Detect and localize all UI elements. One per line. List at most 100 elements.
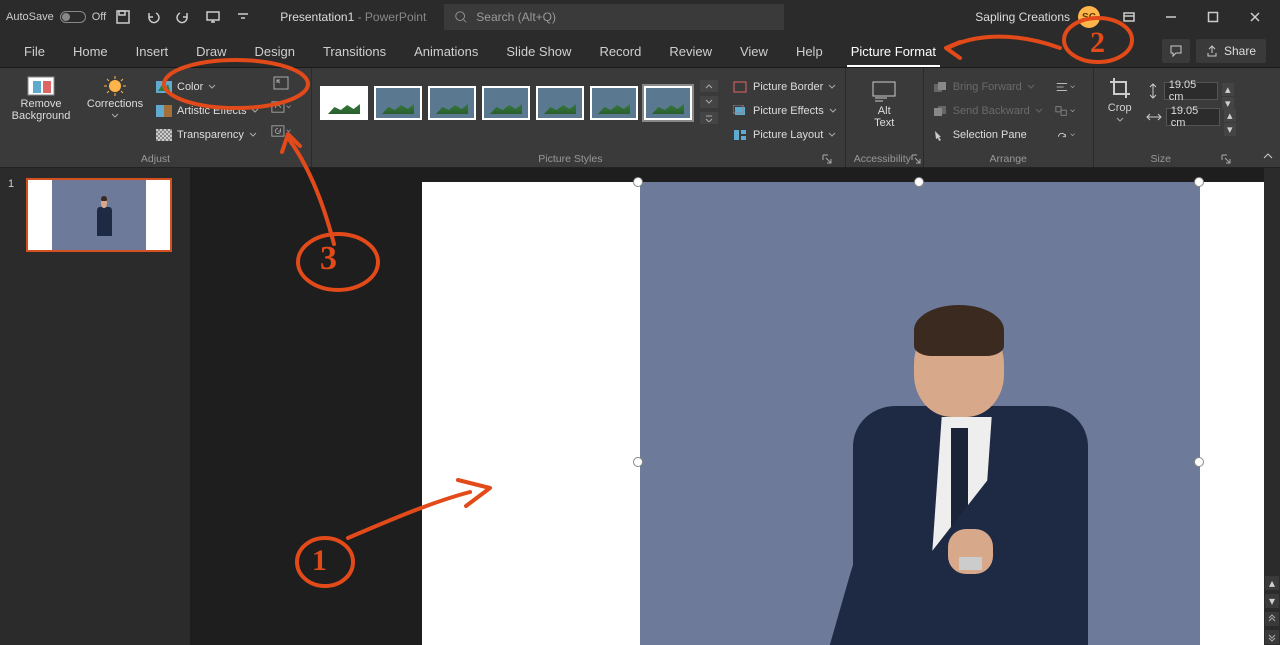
compress-picture-button[interactable] <box>271 74 291 92</box>
account-button[interactable]: Sapling Creations SC <box>975 6 1100 28</box>
alt-text-button[interactable]: Alt Text <box>860 74 908 129</box>
change-picture-button[interactable] <box>271 98 291 116</box>
chevron-down-icon <box>828 131 836 139</box>
picture-effects-button[interactable]: Picture Effects <box>732 102 837 120</box>
gallery-scroll[interactable] <box>700 80 718 124</box>
corrections-icon <box>101 76 129 96</box>
scroll-down-icon[interactable]: ▾ <box>1265 594 1279 608</box>
group-button[interactable] <box>1055 102 1075 120</box>
tab-animations[interactable]: Animations <box>400 36 492 67</box>
present-icon[interactable] <box>200 4 226 30</box>
border-icon <box>732 80 748 94</box>
group-picture-styles: Picture Border Picture Effects Picture L… <box>312 68 846 167</box>
search-input[interactable]: Search (Alt+Q) <box>444 4 784 30</box>
qat-more-icon[interactable] <box>230 4 256 30</box>
tab-design[interactable]: Design <box>241 36 309 67</box>
width-spinner[interactable]: ▴▾ <box>1224 108 1236 126</box>
collapse-ribbon-button[interactable] <box>1260 149 1276 165</box>
styles-gallery[interactable] <box>320 74 718 124</box>
tab-home[interactable]: Home <box>59 36 122 67</box>
group-label-adjust: Adjust <box>8 151 303 165</box>
transparency-icon <box>156 128 172 142</box>
align-button[interactable] <box>1055 78 1075 96</box>
style-thumb[interactable] <box>320 86 368 120</box>
share-button[interactable]: Share <box>1196 39 1266 63</box>
style-thumb[interactable] <box>536 86 584 120</box>
picture-border-button[interactable]: Picture Border <box>732 78 837 96</box>
comments-button[interactable] <box>1162 39 1190 63</box>
resize-handle[interactable] <box>1194 177 1204 187</box>
remove-background-button[interactable]: Remove Background <box>8 74 74 122</box>
style-thumb[interactable] <box>482 86 530 120</box>
chevron-down-icon <box>1116 116 1124 124</box>
send-backward-button[interactable]: Send Backward <box>932 102 1043 120</box>
ribbon-display-icon[interactable] <box>1110 0 1148 34</box>
style-thumb[interactable] <box>428 86 476 120</box>
color-button[interactable]: Color <box>156 78 259 96</box>
slide-thumbnail-1[interactable]: 1 <box>8 178 182 252</box>
rotate-button[interactable] <box>1055 126 1075 144</box>
chevron-down-icon <box>1027 83 1035 91</box>
slide-thumb[interactable] <box>26 178 172 252</box>
tab-transitions[interactable]: Transitions <box>309 36 400 67</box>
selection-pane-button[interactable]: Selection Pane <box>932 126 1043 144</box>
width-value[interactable]: 19.05 cm <box>1166 108 1220 126</box>
height-spinner[interactable]: ▴▾ <box>1222 82 1234 100</box>
crop-label: Crop <box>1108 102 1132 114</box>
chevron-down-icon[interactable] <box>700 96 718 108</box>
vertical-scrollbar[interactable]: ▴ ▾ <box>1264 168 1280 645</box>
corrections-button[interactable]: Corrections <box>82 74 148 120</box>
gallery-more-icon[interactable] <box>700 112 718 124</box>
style-thumb[interactable] <box>590 86 638 120</box>
tab-file[interactable]: File <box>10 36 59 67</box>
resize-handle[interactable] <box>914 177 924 187</box>
tab-help[interactable]: Help <box>782 36 837 67</box>
save-icon[interactable] <box>110 4 136 30</box>
tab-review[interactable]: Review <box>655 36 726 67</box>
slide-panel[interactable]: 1 <box>0 168 190 645</box>
redo-icon[interactable] <box>170 4 196 30</box>
width-field[interactable]: 19.05 cm ▴▾ <box>1146 106 1236 128</box>
style-thumb[interactable] <box>374 86 422 120</box>
tab-slide-show[interactable]: Slide Show <box>492 36 585 67</box>
tab-view[interactable]: View <box>726 36 782 67</box>
color-label: Color <box>177 81 203 93</box>
height-value[interactable]: 19.05 cm <box>1164 82 1218 100</box>
group-accessibility: Alt Text Accessibility <box>846 68 924 167</box>
prev-slide-icon[interactable] <box>1265 612 1279 626</box>
tab-draw[interactable]: Draw <box>182 36 240 67</box>
layout-label: Picture Layout <box>753 129 823 141</box>
next-slide-icon[interactable] <box>1265 630 1279 644</box>
chevron-down-icon <box>208 83 216 91</box>
resize-handle[interactable] <box>633 457 643 467</box>
chevron-up-icon[interactable] <box>700 80 718 92</box>
slide-canvas[interactable]: ▴ ▾ <box>190 168 1280 645</box>
toggle-off-icon <box>60 11 86 23</box>
resize-handle[interactable] <box>1194 457 1204 467</box>
bring-forward-button[interactable]: Bring Forward <box>932 78 1043 96</box>
dialog-launcher-icon[interactable] <box>911 153 921 165</box>
autosave-state: Off <box>92 11 106 23</box>
title-bar: AutoSave Off Presentation1 - PowerPoint … <box>0 0 1280 34</box>
reset-picture-button[interactable] <box>271 122 291 140</box>
close-button[interactable] <box>1236 0 1274 34</box>
undo-icon[interactable] <box>140 4 166 30</box>
chevron-down-icon <box>1035 107 1043 115</box>
ribbon: Remove Background Corrections Color Arti… <box>0 68 1280 168</box>
style-thumb[interactable] <box>644 86 692 120</box>
picture-layout-button[interactable]: Picture Layout <box>732 126 837 144</box>
autosave-toggle[interactable]: AutoSave Off <box>6 11 106 23</box>
artistic-effects-button[interactable]: Artistic Effects <box>156 102 259 120</box>
minimize-button[interactable] <box>1152 0 1190 34</box>
tab-record[interactable]: Record <box>585 36 655 67</box>
crop-button[interactable]: Crop <box>1102 74 1138 124</box>
resize-handle[interactable] <box>633 177 643 187</box>
maximize-button[interactable] <box>1194 0 1232 34</box>
tab-picture-format[interactable]: Picture Format <box>837 36 950 67</box>
scroll-up-icon[interactable]: ▴ <box>1265 576 1279 590</box>
dialog-launcher-icon[interactable] <box>821 153 833 165</box>
tab-insert[interactable]: Insert <box>122 36 183 67</box>
transparency-button[interactable]: Transparency <box>156 126 259 144</box>
height-field[interactable]: 19.05 cm ▴▾ <box>1146 80 1236 102</box>
dialog-launcher-icon[interactable] <box>1220 153 1232 165</box>
